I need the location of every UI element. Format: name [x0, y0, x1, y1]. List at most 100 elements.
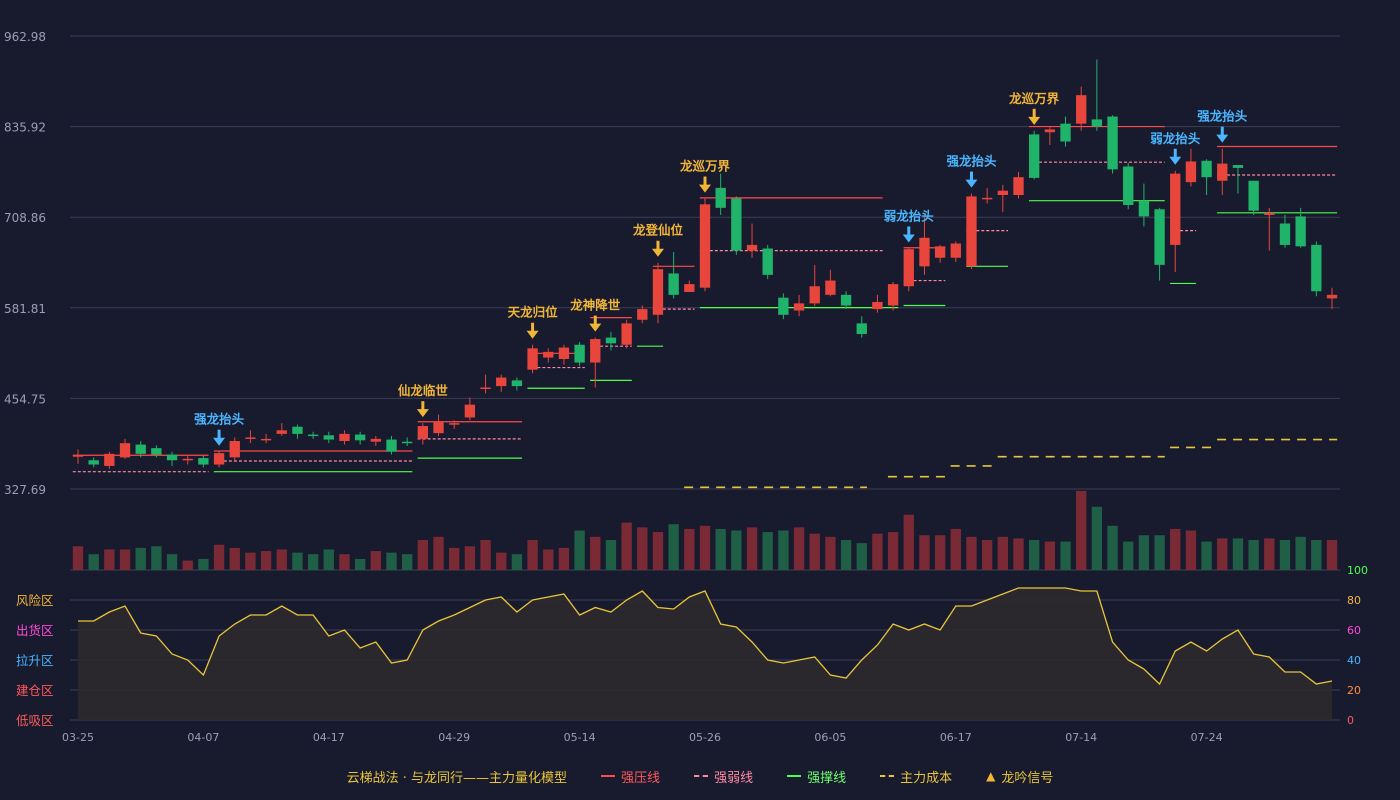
signal-arrow-shaft — [1173, 148, 1177, 158]
stock-chart[interactable]: 962.98 835.92 708.86 581.81 454.75 327.69 强龙抬头… — [0, 0, 1400, 800]
candle-body — [997, 190, 1008, 195]
legend: 云梯战法 · 与龙同行——主力量化模型 强压线 强弱线 强撑线 主力成本 ▲ 龙… — [0, 764, 1400, 788]
volume-bar — [966, 536, 977, 570]
volume-bar — [72, 546, 84, 570]
volume-bar — [292, 552, 303, 570]
candle-body — [119, 443, 131, 458]
legend-item-signal[interactable]: ▲ 龙吟信号 — [986, 767, 1053, 786]
candle-body — [511, 380, 523, 387]
volume-bar — [1264, 538, 1275, 570]
candle-body — [887, 284, 899, 306]
volume-bar — [1326, 539, 1338, 570]
candle-body — [934, 246, 946, 258]
legend-item-weak-line[interactable]: 强弱线 — [694, 767, 753, 786]
x-axis-tick-label: 07-14 — [1065, 731, 1097, 744]
oscillator-zone-label: 建仓区 — [16, 683, 54, 698]
volume-bar — [229, 547, 240, 570]
signal-label: 龙神降世 — [569, 298, 621, 313]
y-axis-tick-label: 327.69 — [4, 483, 46, 497]
candle-body — [762, 248, 773, 275]
candle-body — [1264, 212, 1275, 215]
volume-bar — [1138, 535, 1150, 570]
candle-body — [793, 303, 805, 311]
volume-bar — [323, 549, 334, 570]
y-axis-tick-label: 454.75 — [4, 392, 46, 406]
volume-bar — [1311, 539, 1322, 570]
x-axis-tick-label: 04-29 — [438, 731, 470, 744]
volume-bar — [1185, 530, 1197, 570]
legend-label-signal: 龙吟信号 — [1001, 770, 1054, 786]
candle-body — [449, 423, 460, 425]
strong-press-swatch-icon — [601, 775, 616, 777]
candle-body — [1311, 244, 1322, 292]
legend-label-weak-line: 强弱线 — [714, 770, 754, 786]
signal-arrow-shaft — [907, 226, 911, 236]
cost-swatch-icon — [880, 775, 895, 777]
volume-bar — [668, 524, 679, 570]
volume-bar — [605, 539, 617, 570]
signal-label: 强龙抬头 — [1197, 109, 1248, 124]
legend-label-support: 强撑线 — [807, 770, 847, 786]
candle-body — [543, 351, 554, 358]
volume-bar — [119, 549, 131, 570]
candle-body — [558, 347, 570, 360]
volume-bar — [104, 549, 115, 570]
volume-bar — [825, 536, 836, 570]
y-axis-tick-label: 835.92 — [4, 121, 46, 135]
volume-bar — [1013, 538, 1024, 570]
volume-bar — [1060, 541, 1071, 570]
x-axis-tick-label: 06-05 — [814, 731, 846, 744]
volume-bar — [496, 552, 507, 570]
candle-body — [966, 196, 977, 267]
volume-bar — [1029, 539, 1040, 570]
volume-bar — [934, 535, 946, 570]
signal-label: 龙登仙位 — [632, 223, 684, 238]
volume-bar — [1295, 536, 1306, 570]
legend-item-cost[interactable]: 主力成本 — [880, 767, 952, 786]
volume-bar — [166, 554, 178, 570]
volume-bar — [1232, 538, 1244, 570]
candle-body — [166, 454, 178, 461]
candle-body — [731, 198, 742, 251]
volume-bar — [386, 552, 397, 570]
volume-bar — [370, 551, 381, 570]
signal-label: 强龙抬头 — [194, 412, 245, 427]
candle-body — [1201, 160, 1212, 178]
volume-bar — [590, 536, 601, 570]
volume-bar — [919, 535, 930, 570]
signal-label: 天龙归位 — [508, 305, 559, 320]
volume-bar — [339, 554, 350, 570]
legend-item-strong-press[interactable]: 强压线 — [601, 767, 660, 786]
candle-body — [715, 187, 726, 208]
candle-body — [1170, 173, 1181, 245]
candle-body — [527, 348, 538, 370]
candle-body — [135, 444, 146, 454]
volume-bar — [652, 532, 664, 570]
signal-label: 龙巡万界 — [1008, 91, 1060, 106]
candle-body — [621, 323, 632, 345]
volume-bar — [480, 539, 491, 570]
candle-body — [856, 323, 867, 335]
volume-bar — [213, 544, 225, 570]
signal-arrow-shaft — [1032, 108, 1036, 118]
candle-body — [307, 434, 319, 437]
candle-body — [276, 430, 287, 434]
support-swatch-icon — [787, 775, 802, 777]
candle-body — [1185, 161, 1197, 183]
volume-bar — [527, 539, 538, 570]
candle-body — [809, 286, 820, 304]
candle-body — [1326, 294, 1338, 299]
oscillator-zone-label: 低吸区 — [16, 713, 54, 728]
signal-arrow-shaft — [656, 240, 660, 250]
candle-body — [903, 249, 914, 287]
legend-item-support[interactable]: 强撑线 — [787, 767, 846, 786]
volume-bar — [903, 514, 914, 570]
volume-bar — [1091, 506, 1103, 570]
signal-label: 龙巡万界 — [679, 159, 731, 174]
y-axis-tick-label: 708.86 — [4, 211, 46, 225]
volume-bar — [887, 532, 899, 570]
signal-label: 强龙抬头 — [946, 154, 997, 169]
volume-bar — [778, 530, 789, 570]
candle-body — [245, 437, 256, 439]
candle-body — [1013, 177, 1024, 195]
